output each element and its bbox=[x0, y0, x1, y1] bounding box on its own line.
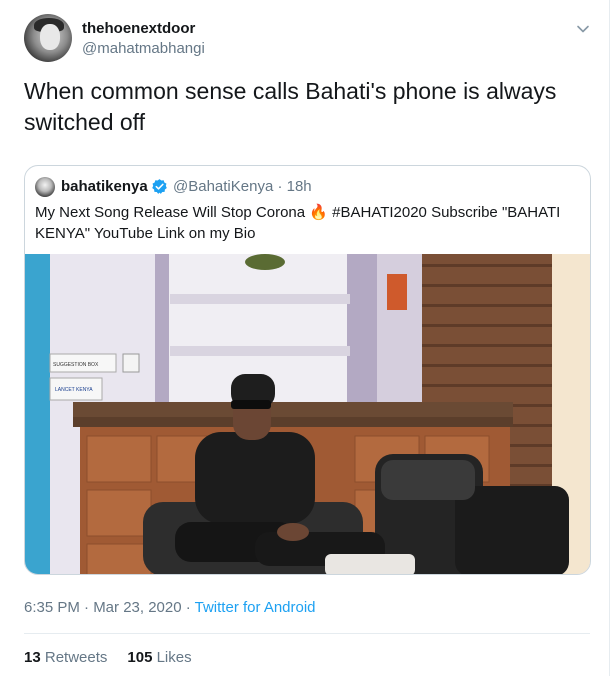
tweet-stats: 13 Retweets 105 Likes bbox=[24, 649, 192, 666]
tweet-timestamp[interactable]: 6:35 PM · Mar 23, 2020 · bbox=[24, 599, 195, 616]
avatar-face bbox=[40, 24, 60, 50]
quoted-text: My Next Song Release Will Stop Corona 🔥 … bbox=[35, 204, 561, 242]
author-handle[interactable]: @mahatmabhangi bbox=[82, 40, 205, 57]
likes-label: Likes bbox=[156, 649, 192, 666]
tweet-card: thehoenextdoor @mahatmabhangi When commo… bbox=[0, 0, 610, 676]
tweet-meta: 6:35 PM · Mar 23, 2020 · Twitter for And… bbox=[24, 599, 316, 616]
author-display-name[interactable]: thehoenextdoor bbox=[82, 20, 195, 37]
photo-sign-brand: LANCET KENYA bbox=[55, 387, 93, 393]
retweets-label: Retweets bbox=[44, 649, 108, 666]
photo-sign-suggestion: SUGGESTION BOX bbox=[53, 362, 99, 368]
quoted-photo[interactable]: SUGGESTION BOX LANCET KENYA bbox=[25, 254, 591, 575]
likes-count: 105 bbox=[127, 649, 153, 666]
tweet-source-link[interactable]: Twitter for Android bbox=[195, 599, 316, 616]
quoted-handle-time: @BahatiKenya · 18h bbox=[173, 178, 312, 195]
tweet-text: When common sense calls Bahati's phone i… bbox=[24, 78, 557, 135]
quoted-avatar bbox=[35, 177, 55, 197]
retweets-count: 13 bbox=[24, 649, 41, 666]
quoted-display-name: bahatikenya bbox=[61, 178, 148, 195]
retweets-stat[interactable]: 13 Retweets bbox=[24, 649, 107, 666]
verified-badge-icon bbox=[152, 179, 167, 194]
author-avatar[interactable] bbox=[24, 14, 72, 62]
likes-stat[interactable]: 105 Likes bbox=[127, 649, 191, 666]
divider bbox=[24, 633, 590, 634]
quoted-tweet[interactable]: bahatikenya @BahatiKenya · 18h My Next S… bbox=[24, 165, 591, 575]
chevron-down-icon[interactable] bbox=[576, 22, 590, 36]
